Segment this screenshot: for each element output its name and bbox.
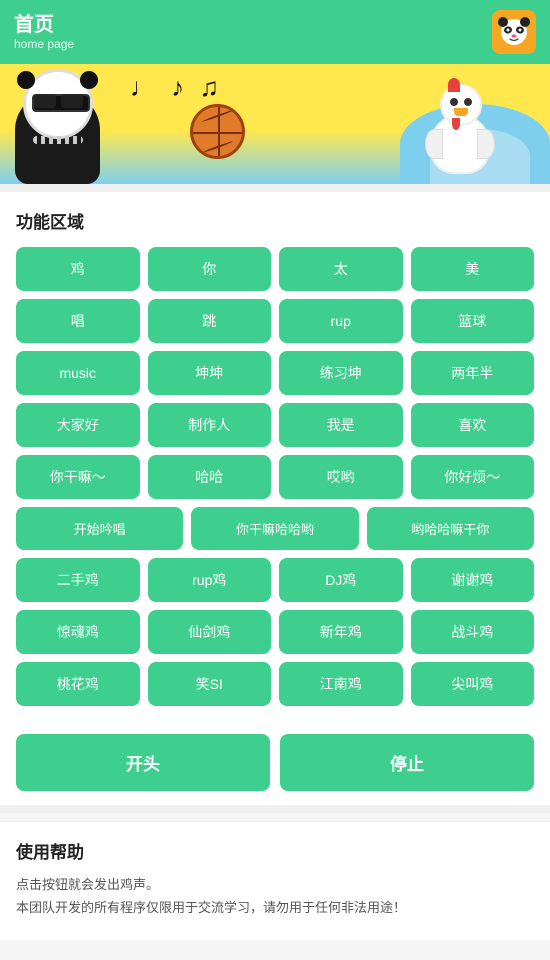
help-text-1: 点击按钮就会发出鸡声。 [16, 873, 534, 896]
btn-dajia[interactable]: 大家好 [16, 403, 140, 447]
btn-kunkun[interactable]: 坤坤 [148, 351, 272, 395]
btn-nigan[interactable]: 你干嘛～ [16, 455, 140, 499]
function-section-title: 功能区域 [16, 208, 534, 233]
btn-row-1: 鸡 你 太 美 [16, 247, 534, 291]
panda-figure [5, 69, 110, 184]
btn-chang[interactable]: 唱 [16, 299, 140, 343]
btn-tiao[interactable]: 跳 [148, 299, 272, 343]
stop-button[interactable]: 停止 [280, 734, 534, 791]
btn-mei[interactable]: 美 [411, 247, 535, 291]
btn-zhandou[interactable]: 战斗鸡 [411, 610, 535, 654]
header: 首页 home page [0, 0, 550, 64]
btn-ni[interactable]: 你 [148, 247, 272, 291]
btn-aiyou[interactable]: 哎哟 [279, 455, 403, 499]
btn-row-8: 惊魂鸡 仙剑鸡 新年鸡 战斗鸡 [16, 610, 534, 654]
help-text-2: 本团队开发的所有程序仅限用于交流学习，请勿用于任何非法用途！ [16, 896, 534, 919]
btn-jiangnan[interactable]: 江南鸡 [279, 662, 403, 706]
btn-music[interactable]: music [16, 351, 140, 395]
panda-avatar-icon[interactable] [492, 10, 536, 54]
btn-haha[interactable]: 哈哈 [148, 455, 272, 499]
chicken-character [420, 84, 500, 174]
btn-xihuan[interactable]: 喜欢 [411, 403, 535, 447]
btn-jinghun[interactable]: 惊魂鸡 [16, 610, 140, 654]
btn-xinnian[interactable]: 新年鸡 [279, 610, 403, 654]
help-section: 使用帮助 点击按钮就会发出鸡声。 本团队开发的所有程序仅限用于交流学习，请勿用于… [0, 821, 550, 940]
divider-2 [0, 805, 550, 813]
help-title: 使用帮助 [16, 838, 534, 863]
btn-nigan2[interactable]: 你干嘛哈哈哟 [191, 507, 358, 550]
action-row: 开头 停止 [0, 724, 550, 805]
page-title: 首页 [14, 13, 74, 37]
btn-kaishi[interactable]: 开始吟唱 [16, 507, 183, 550]
btn-rup[interactable]: rup [279, 299, 403, 343]
btn-nihao[interactable]: 你好烦～ [411, 455, 535, 499]
btn-row-6: 开始吟唱 你干嘛哈哈哟 哟哈哈嘛干你 [16, 507, 534, 550]
header-title-block: 首页 home page [14, 13, 74, 51]
btn-zhizuo[interactable]: 制作人 [148, 403, 272, 447]
btn-row-4: 大家好 制作人 我是 喜欢 [16, 403, 534, 447]
page-subtitle: home page [14, 37, 74, 51]
btn-row-2: 唱 跳 rup 篮球 [16, 299, 534, 343]
btn-taohua[interactable]: 桃花鸡 [16, 662, 140, 706]
basketball-icon [190, 104, 245, 159]
btn-rupji[interactable]: rup鸡 [148, 558, 272, 602]
btn-ershou[interactable]: 二手鸡 [16, 558, 140, 602]
music-notes-icon: ♩ ♪ ♫ [130, 72, 223, 103]
btn-jijiao[interactable]: 尖叫鸡 [411, 662, 535, 706]
btn-ji[interactable]: 鸡 [16, 247, 140, 291]
divider-1 [0, 184, 550, 192]
function-section: 功能区域 鸡 你 太 美 唱 跳 rup 篮球 music 坤坤 练习坤 两年半… [0, 192, 550, 724]
btn-lanqiu[interactable]: 篮球 [411, 299, 535, 343]
start-button[interactable]: 开头 [16, 734, 270, 791]
btn-liangnian[interactable]: 两年半 [411, 351, 535, 395]
btn-row-9: 桃花鸡 笑SI 江南鸡 尖叫鸡 [16, 662, 534, 706]
btn-woshi[interactable]: 我是 [279, 403, 403, 447]
btn-yo[interactable]: 哟哈哈嘛干你 [367, 507, 534, 550]
btn-xianjian[interactable]: 仙剑鸡 [148, 610, 272, 654]
btn-lianxi[interactable]: 练习坤 [279, 351, 403, 395]
btn-row-3: music 坤坤 练习坤 两年半 [16, 351, 534, 395]
btn-tai[interactable]: 太 [279, 247, 403, 291]
btn-row-7: 二手鸡 rup鸡 DJ鸡 谢谢鸡 [16, 558, 534, 602]
btn-xiao[interactable]: 笑SI [148, 662, 272, 706]
btn-djji[interactable]: DJ鸡 [279, 558, 403, 602]
btn-xie[interactable]: 谢谢鸡 [411, 558, 535, 602]
banner: ♩ ♪ ♫ [0, 64, 550, 184]
btn-row-5: 你干嘛～ 哈哈 哎哟 你好烦～ [16, 455, 534, 499]
